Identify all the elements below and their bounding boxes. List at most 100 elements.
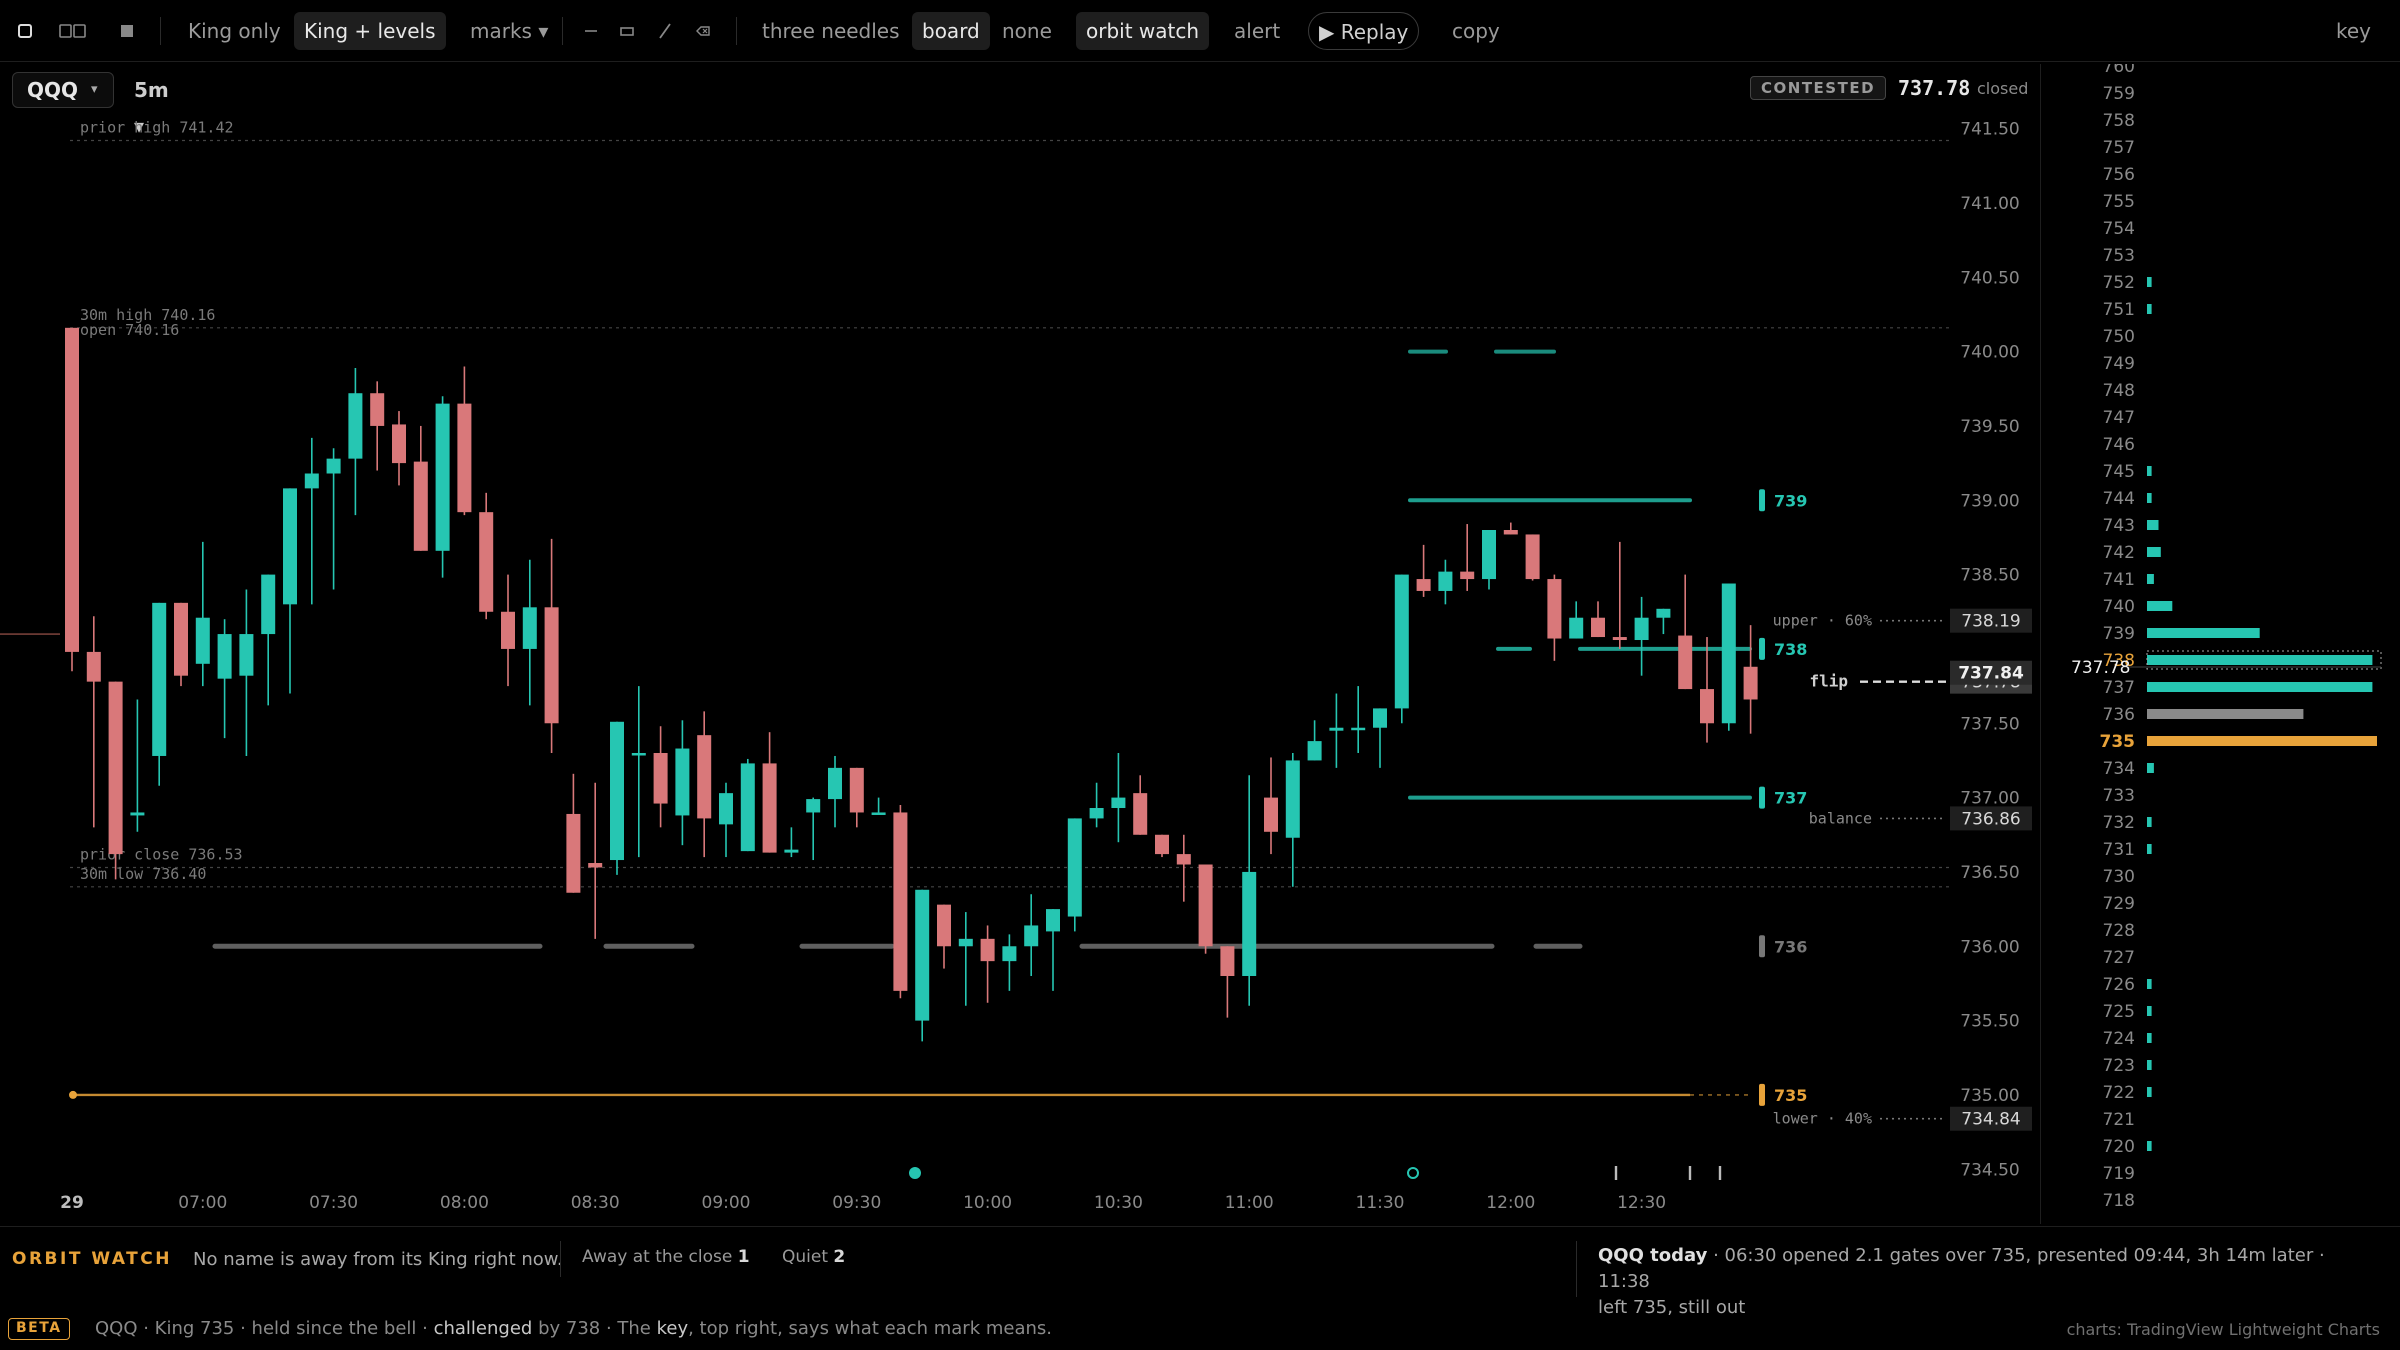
candle [348, 393, 363, 459]
candle [1198, 864, 1213, 947]
price-tick: 737.50 [1960, 714, 2019, 734]
strike-ladder[interactable]: 760 759 758 757 756 755 754 753 752 751 750 749 748 7… [2040, 64, 2400, 1224]
ladder-strike: 728 [2103, 921, 2135, 941]
eraser-icon[interactable] [692, 20, 714, 42]
ladder-strike: 743 [2103, 516, 2135, 536]
ladder-bar [2147, 682, 2373, 692]
candle [1503, 530, 1518, 535]
candle [1155, 834, 1169, 855]
time-tick: 12:30 [1617, 1193, 1666, 1213]
candle [1264, 797, 1278, 832]
ladder-strike: 721 [2103, 1110, 2135, 1130]
quiet-filter[interactable]: Quiet 2 [782, 1247, 845, 1267]
time-tick: 08:30 [571, 1193, 620, 1213]
price-tick: 737.00 [1960, 789, 2019, 809]
price-tag-value: 738.19 [1961, 612, 2020, 632]
price-tick: 736.50 [1960, 863, 2019, 883]
level-label: 738 [1774, 640, 1807, 659]
split-layout-icon[interactable] [58, 20, 88, 42]
price-tick: 734.50 [1960, 1160, 2019, 1180]
event-dot [909, 1167, 921, 1179]
single-layout-icon[interactable] [14, 20, 36, 42]
ladder-bar [2147, 466, 2152, 476]
candle [86, 651, 101, 682]
level-tick [1759, 637, 1765, 660]
candle [283, 488, 297, 605]
horizontal-line-icon[interactable] [580, 20, 602, 42]
candle [697, 735, 712, 819]
key-link[interactable]: key [657, 1318, 689, 1339]
candle [195, 617, 210, 664]
candle [806, 799, 821, 813]
key-button[interactable]: key [2326, 12, 2381, 50]
rectangle-icon[interactable] [616, 20, 638, 42]
ladder-strike: 759 [2103, 84, 2135, 104]
level-label: 739 [1774, 491, 1807, 510]
candle [740, 763, 755, 852]
overlay-none-button[interactable]: none [992, 12, 1062, 50]
ladder-bar [2147, 655, 2373, 665]
candle [261, 574, 276, 635]
candle [522, 607, 537, 649]
ladder-strike: 748 [2103, 381, 2135, 401]
view-king-levels-button[interactable]: King + levels [294, 12, 446, 50]
candle [392, 424, 406, 464]
candle [326, 458, 341, 474]
candle [413, 461, 428, 551]
away-count: 1 [737, 1247, 750, 1267]
candle [566, 813, 581, 893]
ladder-current-price: 737.78 [2071, 658, 2130, 678]
orbit-watch-button[interactable]: orbit watch [1076, 12, 1210, 50]
ladder-bar [2147, 547, 2161, 557]
price-chart[interactable]: prior high 741.4230m high 740.16open 740… [0, 64, 2040, 1224]
view-king-only-button[interactable]: King only [178, 12, 291, 50]
ladder-strike: 741 [2103, 570, 2135, 590]
time-tick: 09:30 [832, 1193, 881, 1213]
ladder-bar [2147, 1087, 2152, 1097]
ladder-strike: 749 [2103, 354, 2135, 374]
marks-dropdown[interactable]: marks ▾ [460, 12, 558, 50]
ladder-bar [2147, 763, 2154, 773]
candle [915, 889, 930, 1021]
ladder-bar [2147, 628, 2260, 638]
candle [1242, 871, 1257, 976]
reference-label: prior close 736.53 [80, 845, 243, 863]
grid-layout-icon[interactable] [116, 20, 138, 42]
copy-button[interactable]: copy [1442, 12, 1510, 50]
quiet-count: 2 [833, 1247, 846, 1267]
candle [457, 403, 472, 513]
ladder-bar [2147, 601, 2173, 611]
candle [675, 748, 690, 816]
ladder-strike: 754 [2103, 219, 2135, 239]
footer: BETA QQQ · King 735 · held since the bel… [0, 1310, 2400, 1350]
event-dot [1407, 1167, 1419, 1179]
candle [1111, 797, 1126, 809]
candle [828, 767, 842, 800]
candle [762, 763, 777, 853]
level-label: 736 [1774, 937, 1807, 956]
ladder-strike: 737 [2103, 678, 2135, 698]
alert-button[interactable]: alert [1224, 12, 1290, 50]
ladder-bar [2147, 493, 2152, 503]
replay-button[interactable]: ▶ Replay [1308, 12, 1420, 50]
trend-line-icon[interactable] [654, 20, 676, 42]
candle [1634, 617, 1649, 641]
candle [501, 611, 515, 649]
time-tick: 09:00 [702, 1193, 751, 1213]
candle [174, 602, 188, 676]
overlay-board-button[interactable]: board [912, 12, 990, 50]
ladder-strike: 747 [2103, 408, 2135, 428]
ladder-strike: 746 [2103, 435, 2135, 455]
candle [958, 938, 973, 947]
level-tick [1759, 935, 1765, 958]
candle [1525, 534, 1540, 580]
time-tick: 07:00 [178, 1193, 227, 1213]
price-tag-value: 734.84 [1961, 1110, 2020, 1130]
ladder-bar [2147, 520, 2159, 530]
overlay-three-needles-button[interactable]: three needles [752, 12, 910, 50]
candle [784, 849, 799, 853]
candle [871, 812, 886, 815]
away-at-close-filter[interactable]: Away at the close 1 [582, 1247, 750, 1267]
candle [1089, 808, 1104, 819]
status-line: QQQ · King 735 · held since the bell · c… [95, 1318, 1052, 1339]
